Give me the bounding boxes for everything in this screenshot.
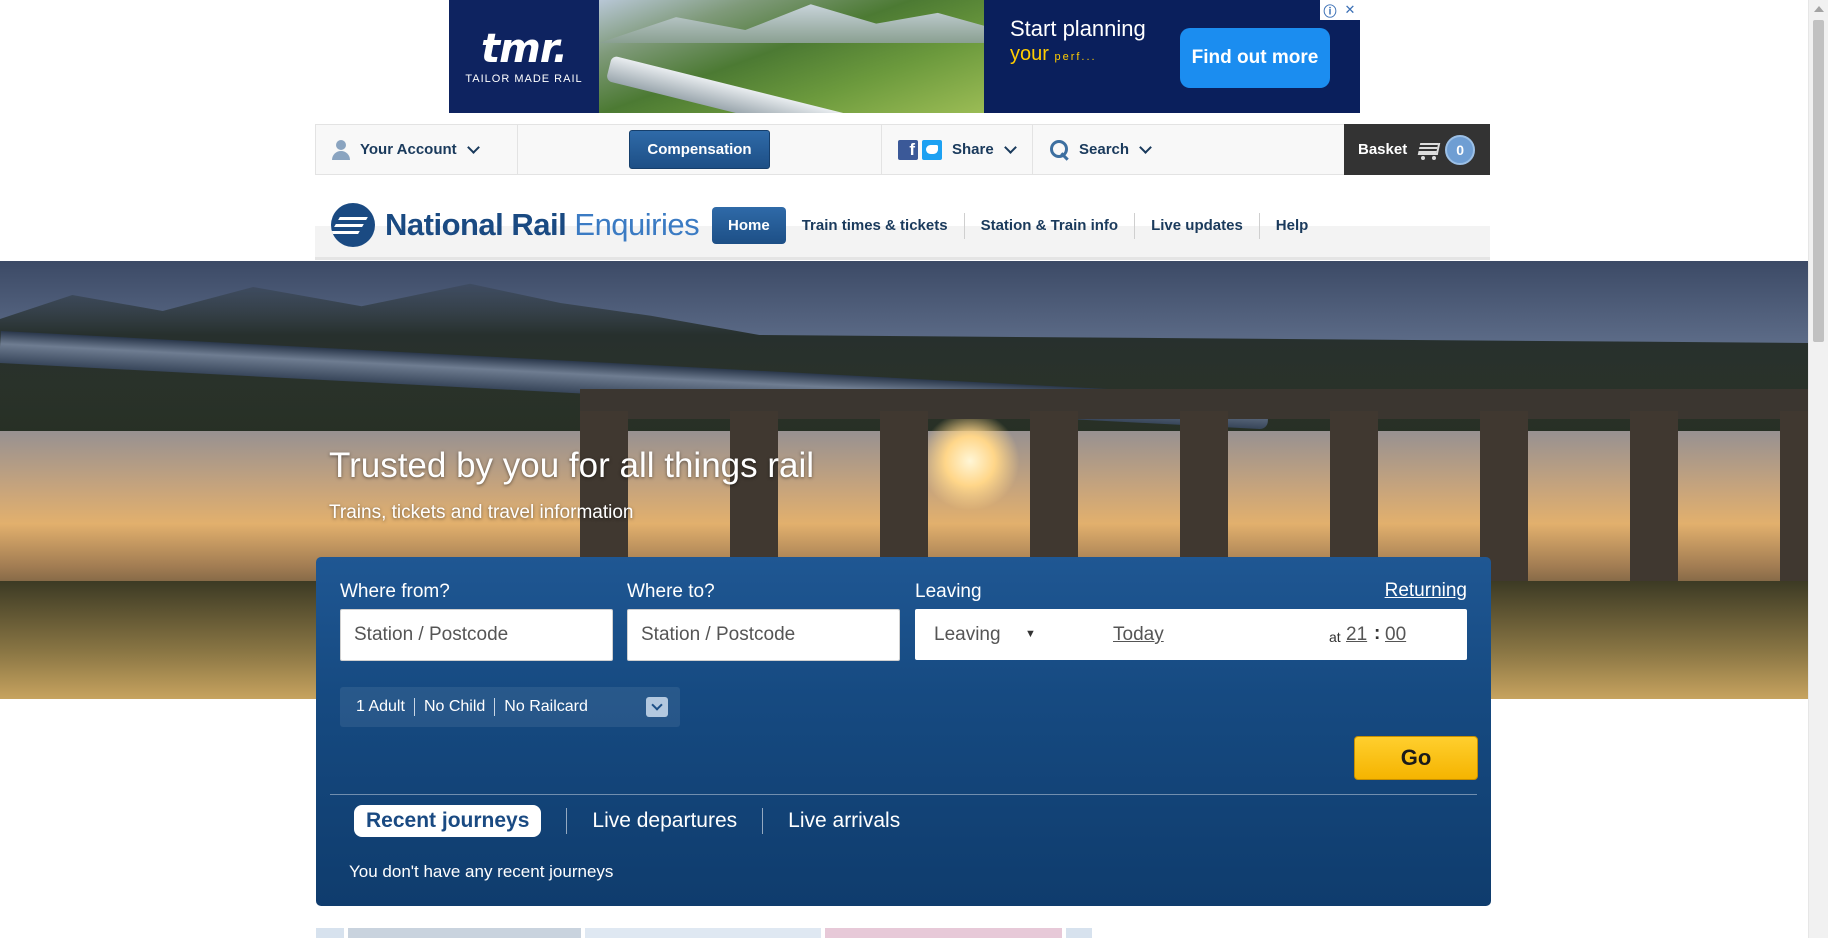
nav-help[interactable]: Help [1260,213,1325,239]
leaving-select[interactable]: Leaving [934,624,1001,646]
advert-logo: tmr. TAILOR MADE RAIL [449,0,599,113]
scroll-thumb[interactable] [1813,20,1824,342]
where-to-field[interactable] [627,609,900,661]
where-from-field[interactable] [340,609,613,661]
tab-live-arrivals[interactable]: Live arrivals [763,808,925,834]
ad-close-icon[interactable]: ✕ [1340,0,1360,20]
chevron-down-icon [466,141,480,154]
advert-controls: ⓘ ✕ [1320,0,1360,20]
chevron-down-icon[interactable] [646,697,668,717]
tab-live-departures[interactable]: Live departures [567,808,764,834]
where-to-label: Where to? [627,581,715,602]
facebook-icon: f [898,139,918,160]
cart-icon [1415,140,1441,160]
planner-tabs: Recent journeys Live departures Live arr… [354,805,925,837]
tab-recent-journeys[interactable]: Recent journeys [354,805,542,837]
hour-select[interactable]: 21 [1346,624,1367,646]
at-label: at [1329,629,1341,645]
where-from-label: Where from? [340,581,450,602]
user-icon [332,139,350,160]
adults-count: 1 Adult [356,698,415,716]
passenger-selector[interactable]: 1 Adult No Child No Railcard [340,687,680,727]
ad-info-icon[interactable]: ⓘ [1320,0,1340,20]
vertical-scrollbar[interactable] [1808,0,1828,938]
advert-train-photo [599,0,984,113]
nav-links: Home Train times & tickets Station & Tra… [712,207,1324,244]
advert-logo-sub: TAILOR MADE RAIL [465,72,583,85]
basket-count-badge: 0 [1445,134,1476,165]
main-navigation: National Rail Enquiries Home Train times… [315,190,1490,260]
promo-tile[interactable] [348,928,581,938]
chevron-down-icon [1003,141,1017,154]
leaving-label: Leaving [915,581,982,602]
promo-tile[interactable] [585,928,821,938]
compensation-button[interactable]: Compensation [629,130,770,169]
promo-tile[interactable] [825,928,1062,938]
children-count: No Child [415,698,496,716]
search-menu[interactable]: Search [1033,125,1346,174]
dropdown-arrow-icon: ▼ [1025,628,1036,640]
share-menu[interactable]: f Share [882,125,1033,174]
nav-home[interactable]: Home [712,207,786,244]
time-separator: : [1374,623,1381,644]
share-label: Share [952,141,994,158]
railcard-value: No Railcard [504,698,588,715]
hero-subtitle: Trains, tickets and travel information [329,502,634,523]
logo-text-light: Enquiries [574,207,700,242]
nav-live-updates[interactable]: Live updates [1135,212,1260,239]
compensation-area: Compensation [518,125,882,174]
advert-banner[interactable]: tmr. TAILOR MADE RAIL Start planning you… [449,0,1360,113]
search-icon [1049,139,1071,161]
promo-tile[interactable] [1066,928,1092,938]
go-button[interactable]: Go [1354,736,1478,780]
where-from-input[interactable] [354,610,612,660]
advert-subline-fade: perf... [1054,51,1097,63]
recent-journeys-message: You don't have any recent journeys [349,862,614,881]
national-rail-logo[interactable]: National Rail Enquiries [331,203,700,247]
chevron-down-icon [1139,141,1152,154]
nav-train-times-tickets[interactable]: Train times & tickets [786,212,965,239]
twitter-icon [922,139,942,160]
nav-station-train-info[interactable]: Station & Train info [965,212,1136,239]
basket-label: Basket [1358,141,1408,158]
advert-logo-main: tmr. [480,25,568,72]
advert-subline-word: your [1010,43,1049,65]
scroll-up-icon[interactable] [1814,6,1824,12]
your-account-menu[interactable]: Your Account [316,125,518,174]
planner-divider [330,794,1477,795]
logo-text-bold: National Rail [385,207,567,242]
hero-title: Trusted by you for all things rail [329,446,815,485]
promo-tiles [316,928,1096,938]
where-to-input[interactable] [641,610,899,660]
date-link[interactable]: Today [1113,624,1164,646]
utility-bar: Your Account Compensation f Share Search… [315,124,1490,175]
national-rail-logo-icon [331,203,375,247]
logo-text: National Rail Enquiries [385,207,700,243]
promo-tile[interactable] [316,928,344,938]
returning-link[interactable]: Returning [1385,580,1467,602]
your-account-label: Your Account [360,141,457,158]
leaving-datetime-box: Leaving ▼ Today at 21 : 00 [915,609,1467,660]
search-label: Search [1079,141,1130,158]
basket-button[interactable]: Basket 0 [1344,124,1490,175]
minute-select[interactable]: 00 [1385,624,1406,646]
journey-planner: Where from? Where to? Leaving Returning … [316,557,1491,906]
advert-cta-button[interactable]: Find out more [1180,28,1330,88]
